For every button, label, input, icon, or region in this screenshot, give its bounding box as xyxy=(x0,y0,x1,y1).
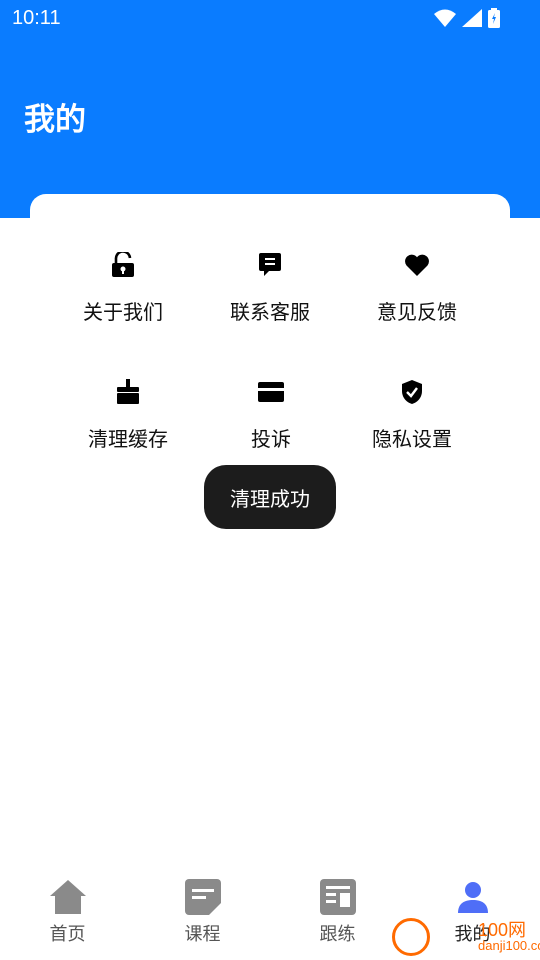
watermark-logo: 100网 danji100.com xyxy=(392,914,540,960)
header: 10:11 我的 xyxy=(0,0,540,218)
menu-card: 关于我们 联系客服 意见反馈 清理缓存 投诉 隐私设置 xyxy=(30,194,510,494)
tab-course[interactable]: 课程 xyxy=(135,878,270,948)
menu-label: 意见反馈 xyxy=(377,300,457,324)
tab-label: 课程 xyxy=(184,924,221,945)
shield-check-icon xyxy=(397,377,427,407)
menu-label: 关于我们 xyxy=(83,300,163,324)
home-icon xyxy=(49,878,87,916)
status-icons xyxy=(434,8,500,28)
lock-open-icon xyxy=(108,250,138,280)
menu-item-feedback[interactable]: 意见反馈 xyxy=(342,250,492,350)
wifi-icon xyxy=(434,9,456,27)
heart-icon xyxy=(402,250,432,280)
tab-label: 跟练 xyxy=(319,924,356,945)
watermark-url: danji100.com xyxy=(478,938,540,953)
menu-item-contact[interactable]: 联系客服 xyxy=(195,250,345,350)
tab-label: 首页 xyxy=(49,924,86,945)
menu-label: 联系客服 xyxy=(230,300,310,324)
menu-label: 投诉 xyxy=(251,427,291,451)
page-title: 我的 xyxy=(24,102,86,138)
menu-label: 清理缓存 xyxy=(88,427,168,451)
tab-home[interactable]: 首页 xyxy=(0,878,135,948)
signal-icon xyxy=(462,9,482,27)
card-icon xyxy=(256,377,286,407)
menu-item-clear-cache[interactable]: 清理缓存 xyxy=(53,377,203,477)
user-icon xyxy=(454,878,492,916)
menu-item-about[interactable]: 关于我们 xyxy=(48,250,198,350)
watermark-circle-icon xyxy=(392,918,430,956)
battery-icon xyxy=(488,8,500,28)
status-time: 10:11 xyxy=(12,7,61,29)
menu-item-complaint[interactable]: 投诉 xyxy=(196,377,346,477)
status-bar: 10:11 xyxy=(0,0,540,36)
menu-item-privacy[interactable]: 隐私设置 xyxy=(337,377,487,477)
toast-message: 清理成功 xyxy=(204,465,336,529)
practice-icon xyxy=(319,878,357,916)
brush-icon xyxy=(113,377,143,407)
message-icon xyxy=(255,250,285,280)
menu-label: 隐私设置 xyxy=(372,427,452,451)
course-icon xyxy=(184,878,222,916)
tab-practice[interactable]: 跟练 xyxy=(270,878,405,948)
